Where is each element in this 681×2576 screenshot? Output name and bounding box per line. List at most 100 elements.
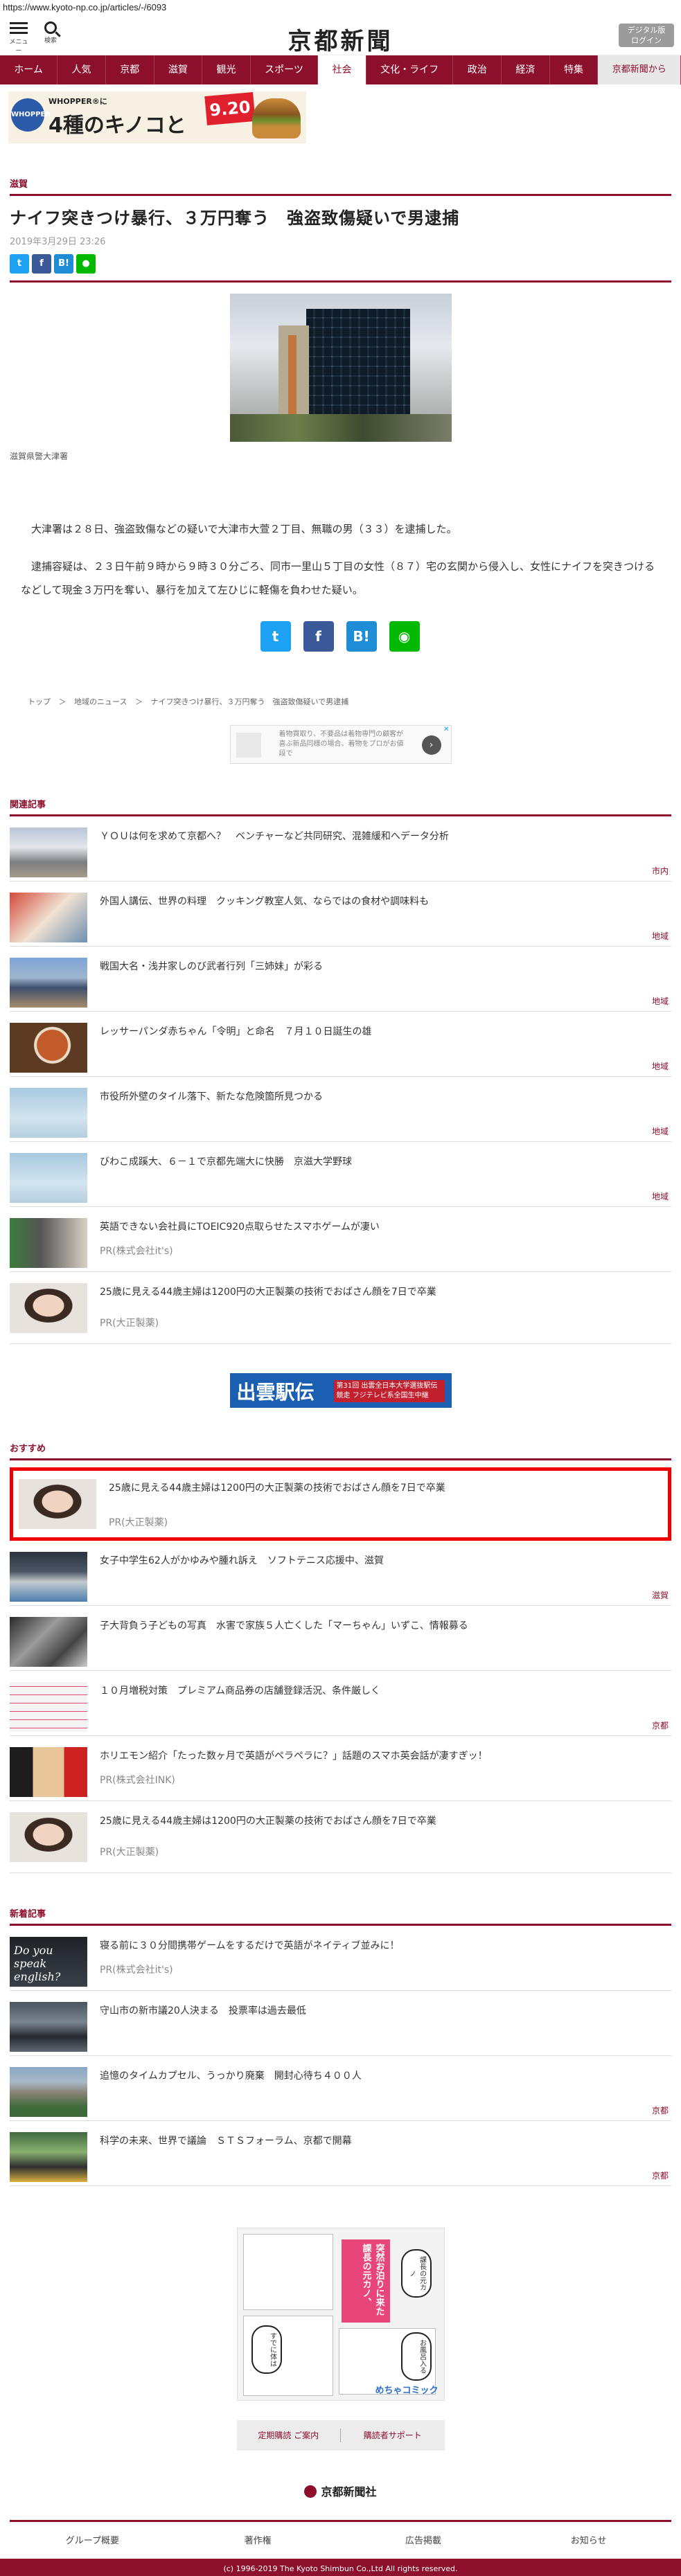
item-category: 地域 bbox=[651, 1062, 669, 1071]
comic-panel bbox=[242, 2234, 333, 2310]
item-category: 地域 bbox=[651, 1127, 669, 1136]
footer-link-ads[interactable]: 広告掲載 bbox=[341, 2522, 506, 2559]
chevron-right-icon[interactable]: › bbox=[421, 735, 441, 755]
nav-tourism[interactable]: 観光 bbox=[202, 55, 251, 84]
item-category: 滋賀 bbox=[651, 1591, 669, 1600]
nav-kyoto[interactable]: 京都 bbox=[106, 55, 154, 84]
footer-logo-text: 京都新聞社 bbox=[321, 2485, 377, 2498]
thumbnail bbox=[10, 958, 87, 1008]
item-title: 寝る前に３０分間携帯ゲームをするだけで英語がネイティブ並みに！ bbox=[100, 1940, 400, 1951]
nav-sports[interactable]: スポーツ bbox=[251, 55, 319, 84]
item-title: ＹＯＵは何を求めて京都へ？ ベンチャーなど共同研究、混雑緩和へデータ分析 bbox=[100, 831, 449, 842]
comic-bubble: 課長の元カノ bbox=[400, 2249, 432, 2298]
line-share-button[interactable]: ◉ bbox=[389, 621, 420, 652]
digital-label: デジタル版 bbox=[627, 26, 666, 35]
hatena-share-button[interactable]: B! bbox=[54, 254, 73, 274]
thumbnail bbox=[10, 1812, 87, 1862]
list-item[interactable]: びわこ成蹊大、６－１で京都先端大に快勝 京滋大学野球 地域 bbox=[10, 1142, 671, 1207]
login-label: ログイン bbox=[631, 36, 662, 45]
thumbnail: Do you speak english? bbox=[10, 1937, 87, 1987]
item-title: レッサーパンダ赤ちゃん「令明」と命名 ７月１０日誕生の雄 bbox=[100, 1026, 372, 1037]
site-header: メニュー 検索 京都新聞 デジタル版 ログイン bbox=[0, 15, 681, 55]
site-logo[interactable]: 京都新聞 bbox=[0, 22, 681, 56]
thumbnail bbox=[10, 1023, 87, 1073]
pr-label: PR(大正製薬) bbox=[100, 1847, 159, 1858]
breadcrumb-top[interactable]: トップ bbox=[28, 697, 51, 706]
facebook-share-button[interactable]: f bbox=[303, 621, 334, 652]
twitter-share-button[interactable]: t bbox=[260, 621, 291, 652]
list-item[interactable]: 25歳に見える44歳主婦は1200円の大正製薬の技術でおばさん顔を7日で卒業 P… bbox=[10, 1801, 671, 1873]
nav-culture[interactable]: 文化・ライフ bbox=[366, 55, 454, 84]
list-item[interactable]: １０月増税対策 プレミアム商品券の店舗登録活況、条件厳しく 京都 bbox=[10, 1671, 671, 1736]
pr-label: PR(株式会社INK) bbox=[100, 1775, 175, 1786]
nav-shiga[interactable]: 滋賀 bbox=[154, 55, 203, 84]
line-share-button[interactable]: ● bbox=[76, 254, 96, 274]
digital-login-button[interactable]: デジタル版 ログイン bbox=[619, 24, 674, 47]
hatena-share-button[interactable]: B! bbox=[346, 621, 377, 652]
footer-link-news[interactable]: お知らせ bbox=[506, 2522, 671, 2559]
close-icon[interactable]: ✕ bbox=[443, 726, 449, 733]
inline-ad[interactable]: 着物買取り、不要品は着物専門の顧客が喜ぶ新品同様の場合、着物をプロがお値段で ›… bbox=[229, 725, 452, 764]
nav-economy[interactable]: 経済 bbox=[502, 55, 550, 84]
list-item[interactable]: Do you speak english? 寝る前に３０分間携帯ゲームをするだけ… bbox=[10, 1926, 671, 1991]
list-item[interactable]: ＹＯＵは何を求めて京都へ？ ベンチャーなど共同研究、混雑緩和へデータ分析 市内 bbox=[10, 816, 671, 882]
nav-from-kyoto-np[interactable]: 京都新聞から bbox=[598, 55, 681, 84]
footer-link-group[interactable]: グループ概要 bbox=[10, 2522, 175, 2559]
item-title: １０月増税対策 プレミアム商品券の店舗登録活況、条件厳しく bbox=[100, 1685, 381, 1697]
list-item[interactable]: 25歳に見える44歳主婦は1200円の大正製薬の技術でおばさん顔を7日で卒業 P… bbox=[10, 1272, 671, 1344]
item-title: 女子中学生62人がかゆみや腫れ訴え ソフトテニス応援中、滋賀 bbox=[100, 1555, 384, 1566]
nav-politics[interactable]: 政治 bbox=[453, 55, 502, 84]
item-title: 25歳に見える44歳主婦は1200円の大正製薬の技術でおばさん顔を7日で卒業 bbox=[109, 1483, 445, 1494]
nav-society[interactable]: 社会 bbox=[318, 55, 366, 84]
list-item[interactable]: 女子中学生62人がかゆみや腫れ訴え ソフトテニス応援中、滋賀 滋賀 bbox=[10, 1541, 671, 1606]
footer-logo[interactable]: 京都新聞社 bbox=[292, 2483, 389, 2499]
copyright: (c) 1996-2019 The Kyoto Shimbun Co.,Ltd … bbox=[0, 2559, 681, 2576]
item-title: ホリエモン紹介「たった数ヶ月で英語がペラペラに？」話題のスマホ英会話が凄すぎッ！ bbox=[100, 1751, 488, 1762]
list-item[interactable]: レッサーパンダ赤ちゃん「令明」と命名 ７月１０日誕生の雄 地域 bbox=[10, 1012, 671, 1077]
thumbnail bbox=[10, 1088, 87, 1138]
divider bbox=[10, 280, 671, 283]
footer-link-copyright[interactable]: 著作権 bbox=[175, 2522, 341, 2559]
ad-title: 出雲駅伝 bbox=[236, 1381, 315, 1404]
ad-text: 着物買取り、不要品は着物専門の顧客が喜ぶ新品同様の場合、着物をプロがお値段で bbox=[278, 731, 404, 758]
top-ad-banner[interactable]: WHOPPER WHOPPER®に 4種のキノコと 9.20 bbox=[8, 91, 306, 143]
footer-links: グループ概要 著作権 広告掲載 お知らせ bbox=[10, 2520, 671, 2559]
article-section[interactable]: 滋賀 bbox=[10, 177, 671, 196]
item-title: 追憶のタイムカプセル、うっかり廃棄 開封心待ち４００人 bbox=[100, 2070, 362, 2082]
facebook-share-button[interactable]: f bbox=[32, 254, 51, 274]
comic-ad[interactable]: 突然お泊りに来た課長の元カノ、 課長の元カノ お風呂入る すでに体は めちゃコミ… bbox=[236, 2228, 445, 2401]
subscriber-support-link[interactable]: 購読者サポート bbox=[341, 2420, 445, 2451]
item-title: びわこ成蹊大、６－１で京都先端大に快勝 京滋大学野球 bbox=[100, 1156, 352, 1168]
ad-headline-1: 4種のキノコと bbox=[48, 114, 186, 138]
ad-logo bbox=[236, 733, 261, 758]
item-title: 守山市の新市議20人決まる 投票率は過去最低 bbox=[100, 2005, 306, 2016]
company-logo-icon bbox=[304, 2485, 317, 2498]
nav-feature[interactable]: 特集 bbox=[550, 55, 599, 84]
list-item[interactable]: 外国人講伝、世界の料理 クッキング教室人気、ならではの食材や調味料も 地域 bbox=[10, 882, 671, 947]
list-item[interactable]: ホリエモン紹介「たった数ヶ月で英語がペラペラに？」話題のスマホ英会話が凄すぎッ！… bbox=[10, 1736, 671, 1801]
list-item[interactable]: 英語できない会社員にTOEIC920点取らせたスマホゲームが凄い PR(株式会社… bbox=[10, 1207, 671, 1272]
breadcrumb-current: ナイフ突きつけ暴行、３万円奪う 強盗致傷疑いで男逮捕 bbox=[150, 697, 349, 706]
list-item[interactable]: 戦国大名・浅井家しのび武者行列「三姉妹」が彩る 地域 bbox=[10, 947, 671, 1012]
breadcrumb-local[interactable]: 地域のニュース bbox=[74, 697, 127, 706]
nav-popular[interactable]: 人気 bbox=[58, 55, 106, 84]
subscription-info-link[interactable]: 定期購読 ご案内 bbox=[237, 2420, 341, 2451]
list-item[interactable]: 子大背負う子どもの写真 水害で家族５人亡くした「マーちゃん」いずこ、情報募る bbox=[10, 1606, 671, 1671]
breadcrumb-sep: ＞ bbox=[58, 697, 67, 706]
thumbnail bbox=[10, 893, 87, 942]
list-item[interactable]: 守山市の新市議20人決まる 投票率は過去最低 bbox=[10, 1991, 671, 2056]
nav-home[interactable]: ホーム bbox=[0, 55, 58, 84]
item-category: 京都 bbox=[651, 2171, 669, 2181]
list-item[interactable]: 市役所外壁のタイル落下、新たな危険箇所見つかる 地域 bbox=[10, 1077, 671, 1142]
list-item-highlighted[interactable]: 25歳に見える44歳主婦は1200円の大正製薬の技術でおばさん顔を7日で卒業 P… bbox=[10, 1467, 671, 1541]
ekiden-ad-banner[interactable]: 出雲駅伝 第31回 出雲全日本大学選抜駅伝競走 フジテレビ系全国生中継 bbox=[229, 1373, 452, 1408]
item-category: 地域 bbox=[651, 1192, 669, 1201]
thumbnail bbox=[10, 1617, 87, 1667]
twitter-share-button[interactable]: t bbox=[10, 254, 29, 274]
recommend-list: 25歳に見える44歳主婦は1200円の大正製薬の技術でおばさん顔を7日で卒業 P… bbox=[0, 1467, 681, 1873]
list-item[interactable]: 科学の未来、世界で議論 ＳＴＳフォーラム、京都で開幕 京都 bbox=[10, 2121, 671, 2186]
article-photo[interactable] bbox=[229, 294, 452, 442]
comic-bubble: お風呂入る bbox=[400, 2332, 432, 2381]
list-item[interactable]: 追憶のタイムカプセル、うっかり廃棄 開封心待ち４００人 京都 bbox=[10, 2056, 671, 2121]
item-title: 25歳に見える44歳主婦は1200円の大正製薬の技術でおばさん顔を7日で卒業 bbox=[100, 1287, 436, 1298]
